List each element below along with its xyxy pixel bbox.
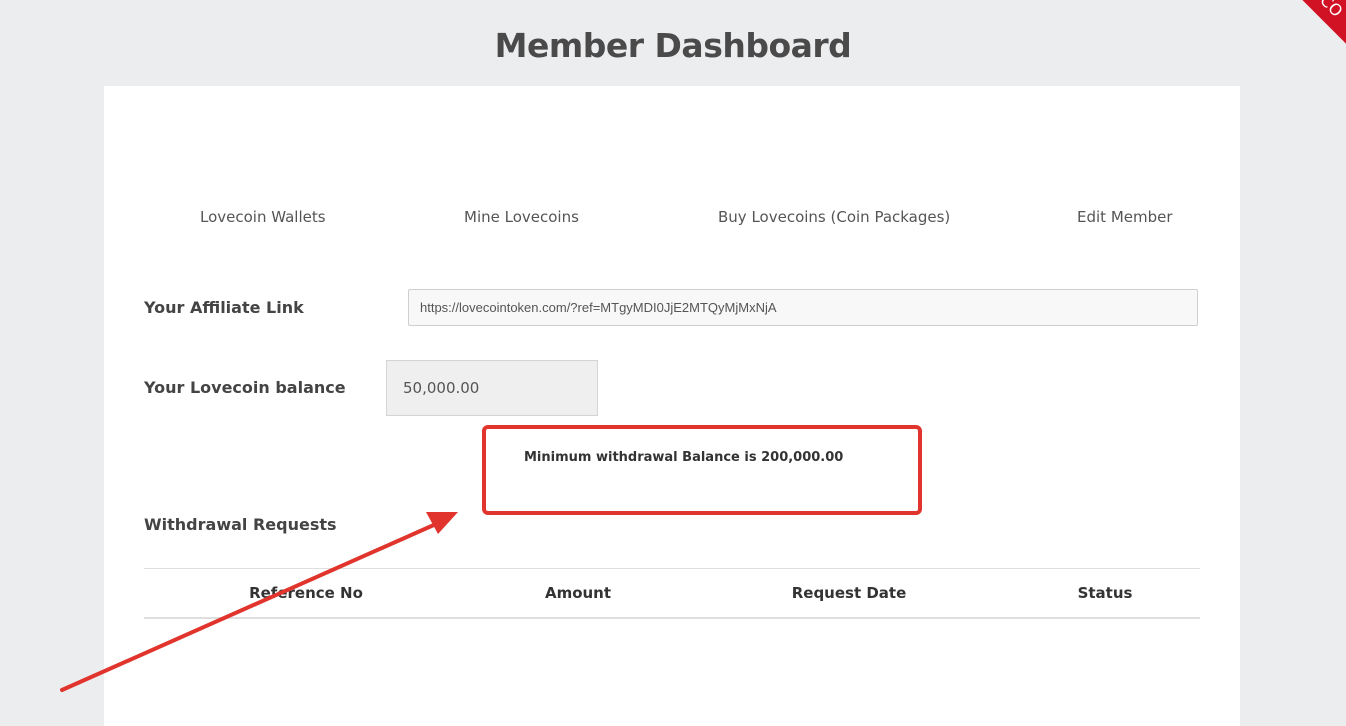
balance-label: Your Lovecoin balance bbox=[144, 378, 346, 397]
withdrawal-requests-table: Reference No Amount Request Date Status bbox=[144, 568, 1200, 619]
affiliate-link-label: Your Affiliate Link bbox=[144, 298, 304, 317]
column-header-status[interactable]: Status bbox=[1078, 584, 1133, 602]
nav-mine-lovecoins[interactable]: Mine Lovecoins bbox=[464, 208, 579, 226]
nav-buy-lovecoins[interactable]: Buy Lovecoins (Coin Packages) bbox=[718, 208, 950, 226]
page-title: Member Dashboard bbox=[494, 26, 852, 65]
affiliate-link-field[interactable] bbox=[408, 289, 1198, 326]
column-header-request-date[interactable]: Request Date bbox=[792, 584, 907, 602]
balance-field[interactable] bbox=[386, 360, 598, 416]
column-header-amount[interactable]: Amount bbox=[545, 584, 611, 602]
nav-edit-member[interactable]: Edit Member bbox=[1077, 208, 1173, 226]
column-header-reference-no[interactable]: Reference No bbox=[249, 584, 363, 602]
dashboard-panel: Lovecoin Wallets Mine Lovecoins Buy Love… bbox=[104, 86, 1240, 726]
nav-lovecoin-wallets[interactable]: Lovecoin Wallets bbox=[200, 208, 326, 226]
annotation-highlight-box bbox=[482, 425, 922, 515]
corner-ribbon-text: CO bbox=[1316, 0, 1346, 21]
withdrawal-requests-title: Withdrawal Requests bbox=[144, 515, 337, 534]
